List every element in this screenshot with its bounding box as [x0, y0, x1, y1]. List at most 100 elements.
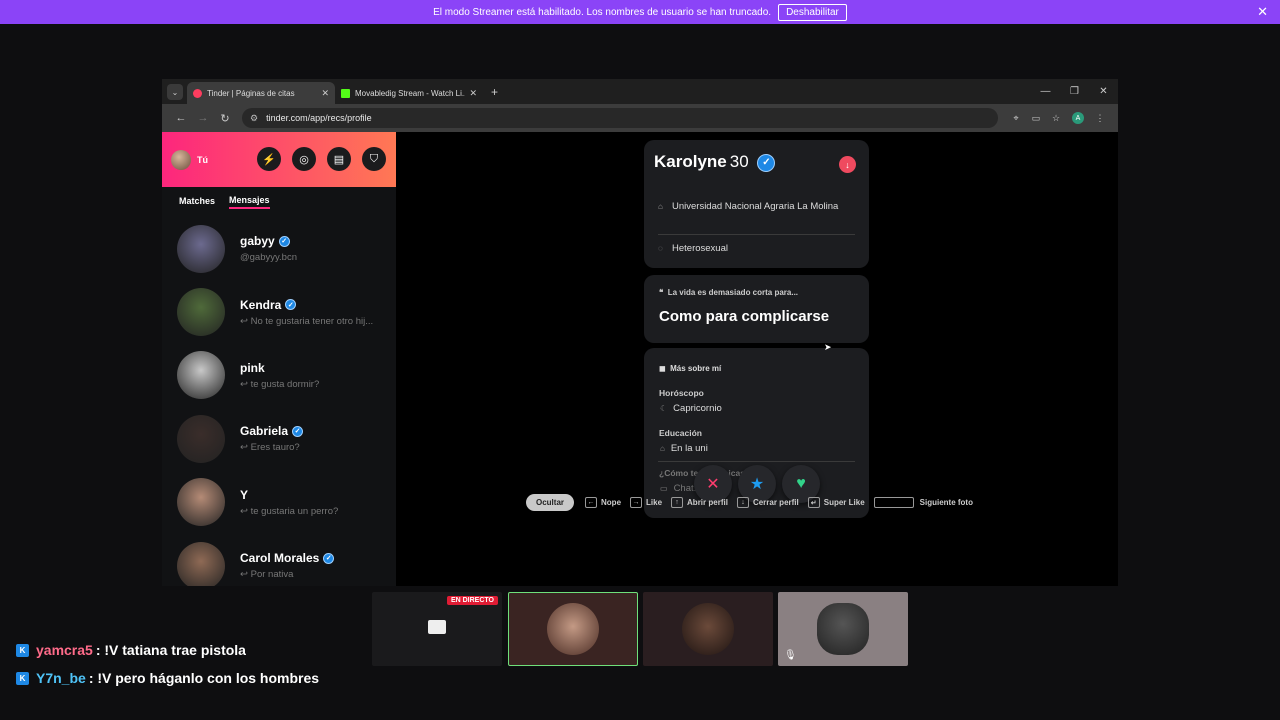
sidebar-header: Tú ⚡ ◎ ▤ ⛉: [162, 132, 396, 187]
match-avatar[interactable]: [177, 414, 225, 463]
cam-screen-share[interactable]: EN DIRECTO: [372, 592, 502, 666]
explore-compass-icon[interactable]: ◎: [292, 147, 316, 171]
sidebar-tabs: Matches Mensajes: [162, 187, 396, 217]
match-name-text: Kendra: [240, 297, 282, 312]
conversation-list: gabyy ✓ @gabyyy.bcn Kendra ✓ ↩ No te gustaria…: [162, 217, 396, 586]
tab-tinder[interactable]: Tinder | Páginas de citas ✕: [187, 82, 335, 104]
chat-text: : !V tatiana trae pistola: [95, 642, 246, 658]
match-avatar[interactable]: [177, 541, 225, 586]
match-name-text: gabyy: [240, 234, 275, 249]
conversation-info: gabyy ✓ @gabyyy.bcn: [240, 234, 390, 263]
cam-participant-1[interactable]: [508, 592, 638, 666]
my-avatar[interactable]: [171, 149, 191, 170]
tab-bar: ⌄ Tinder | Páginas de citas ✕ Movabledig…: [162, 79, 1118, 104]
restore-icon[interactable]: ❐: [1060, 86, 1089, 97]
menu-dots-icon[interactable]: ⋮: [1090, 113, 1110, 124]
bookmark-star-icon[interactable]: ☆: [1046, 113, 1066, 124]
close-icon[interactable]: ✕: [1257, 4, 1268, 20]
briefcase-icon[interactable]: ▤: [327, 147, 351, 171]
star-icon: ★: [749, 476, 765, 493]
shortcut-nope: ← Nope: [585, 497, 621, 508]
left-key-icon: ←: [585, 497, 598, 508]
tab-matches[interactable]: Matches: [179, 196, 215, 208]
match-name-text: pink: [240, 360, 265, 375]
orientation-icon: ◌: [658, 244, 663, 253]
profile-avatar[interactable]: A: [1072, 112, 1084, 124]
participant-avatar: [547, 603, 599, 655]
last-message-text: No te gustaria tener otro hij...: [250, 315, 374, 327]
minimize-icon[interactable]: —: [1031, 86, 1060, 97]
location-icon[interactable]: ⌖: [1006, 113, 1026, 124]
divider: [658, 234, 855, 235]
profile-info-card: Karolyne 30 ✓ ↓ ⌂ Universidad Nacional Ag…: [644, 140, 869, 268]
horoscope-text: Capricornio: [673, 403, 722, 414]
site-info-icon[interactable]: ⚙: [250, 113, 258, 124]
conversation-info: Carol Morales ✓ ↩ Por nativa: [240, 551, 390, 580]
match-name: pink: [240, 361, 390, 375]
tab-close-icon[interactable]: ✕: [321, 88, 329, 99]
shortcut-next-label: Siguiente foto: [919, 498, 973, 507]
tab-title: Tinder | Páginas de citas: [207, 88, 295, 98]
shortcut-open: ↑ Abrir perfil: [671, 497, 728, 508]
graduation-cap-icon: ⌂: [658, 202, 663, 211]
conversation-item[interactable]: Y ↩ te gustaria un perro?: [162, 471, 396, 534]
conversation-item[interactable]: Carol Morales ✓ ↩ Por nativa: [162, 534, 396, 586]
verified-check-icon: ✓: [285, 299, 297, 311]
prompt-answer: Como para complicarse: [659, 308, 830, 325]
conversation-item[interactable]: gabyy ✓ @gabyyy.bcn: [162, 217, 396, 280]
address-bar[interactable]: ⚙ tinder.com/app/recs/profile: [242, 108, 998, 128]
cast-icon[interactable]: ▭: [1026, 113, 1046, 124]
cam-participant-2[interactable]: [643, 592, 773, 666]
last-message: ↩ Eres tauro?: [240, 442, 390, 453]
new-tab-plus-icon[interactable]: +: [491, 85, 498, 99]
education-label: Educación: [659, 428, 702, 438]
shortcut-nope-label: Nope: [601, 498, 622, 507]
match-avatar[interactable]: [177, 288, 225, 337]
safety-shield-icon[interactable]: ⛉: [362, 147, 386, 171]
university-text: Universidad Nacional Agraria La Molina: [672, 201, 839, 212]
cam-participant-3[interactable]: 🎙: [778, 592, 908, 666]
match-name: Kendra ✓: [240, 298, 390, 312]
forward-arrow-icon[interactable]: →: [192, 112, 214, 124]
horoscope-value: ☾ Capricornio: [660, 403, 722, 414]
hide-shortcuts-button[interactable]: Ocultar: [526, 494, 575, 511]
last-message: ↩ No te gustaria tener otro hij...: [240, 316, 390, 327]
shortcut-open-label: Abrir perfil: [687, 498, 728, 507]
back-arrow-icon[interactable]: ←: [170, 112, 192, 124]
tab-mensajes[interactable]: Mensajes: [229, 195, 270, 209]
browser-toolbar: ← → ↻ ⚙ tinder.com/app/recs/profile ⌖ ▭ …: [162, 104, 1118, 132]
conversation-item[interactable]: Gabriela ✓ ↩ Eres tauro?: [162, 407, 396, 470]
participant-avatar: [682, 603, 734, 655]
tab-search-chevron-icon[interactable]: ⌄: [167, 84, 183, 100]
my-profile-label[interactable]: Tú: [197, 155, 208, 165]
match-name: gabyy ✓: [240, 234, 390, 248]
boost-bolt-icon[interactable]: ⚡: [257, 147, 281, 171]
enter-key-icon: ↵: [807, 497, 820, 508]
match-avatar[interactable]: [177, 351, 225, 400]
reply-arrow-icon: ↩: [240, 315, 251, 327]
match-avatar[interactable]: [177, 224, 225, 273]
chat-username: yamcra5: [36, 642, 93, 658]
window-controls: — ❐ ✕: [1031, 79, 1118, 104]
last-message-text: Eres tauro?: [250, 442, 300, 454]
window-close-icon[interactable]: ✕: [1089, 86, 1118, 97]
tab-close-icon[interactable]: ✕: [469, 88, 477, 99]
chat-icon: ▭: [660, 484, 668, 493]
reply-arrow-icon: ↩: [240, 569, 251, 581]
chat-username: Y7n_be: [36, 670, 86, 686]
divider: [658, 461, 855, 462]
conversation-item[interactable]: Kendra ✓ ↩ No te gustaria tener otro hij..…: [162, 280, 396, 343]
reload-icon[interactable]: ↻: [214, 112, 236, 125]
conversation-item[interactable]: pink ↩ te gusta dormir?: [162, 344, 396, 407]
collapse-profile-button[interactable]: ↓: [839, 156, 856, 173]
live-badge: EN DIRECTO: [446, 596, 498, 605]
tab-kick[interactable]: Movabledig Stream - Watch Li... ✕: [335, 82, 483, 104]
kick-logo-icon: [341, 88, 350, 98]
match-avatar[interactable]: [177, 478, 225, 527]
prompt-question: ❝ La vida es demasiado corta para...: [659, 288, 799, 297]
horoscope-label: Horóscopo: [659, 388, 704, 398]
disable-streamer-button[interactable]: Deshabilitar: [778, 3, 847, 21]
more-about-me-heading: ◼ Más sobre mí: [659, 364, 722, 373]
url-text: tinder.com/app/recs/profile: [266, 113, 372, 123]
shortcut-superlike-label: Super Like: [823, 498, 865, 507]
